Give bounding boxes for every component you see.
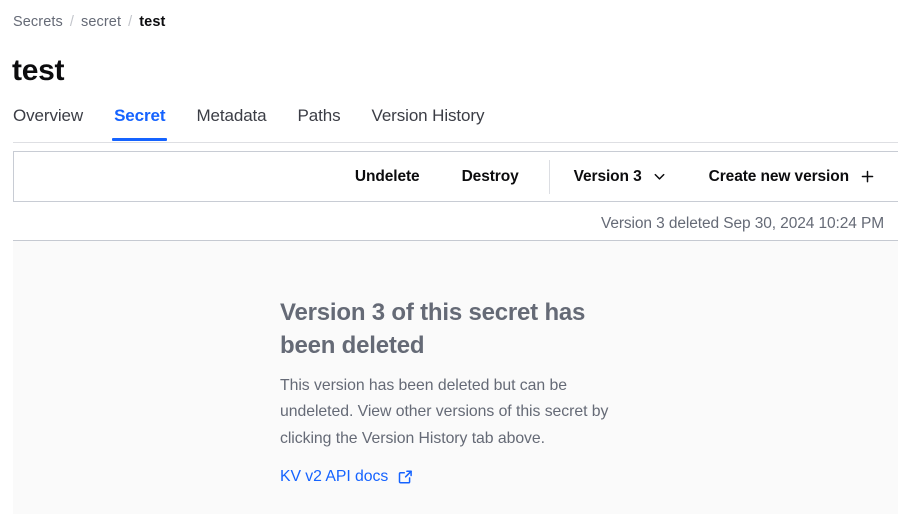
- external-link-icon: [397, 469, 413, 485]
- tab-paths[interactable]: Paths: [298, 104, 341, 141]
- tab-secret[interactable]: Secret: [114, 104, 165, 141]
- empty-state: Version 3 of this secret has been delete…: [280, 296, 616, 488]
- tab-secret-label: Secret: [114, 106, 165, 125]
- kv-v2-api-docs-link-label: KV v2 API docs: [280, 466, 388, 488]
- breadcrumb-separator: /: [128, 12, 132, 32]
- destroy-button[interactable]: Destroy: [452, 161, 529, 193]
- undelete-button-label: Undelete: [355, 167, 420, 187]
- destroy-button-label: Destroy: [462, 167, 519, 187]
- create-new-version-button[interactable]: Create new version: [699, 161, 885, 193]
- create-new-version-label: Create new version: [709, 167, 849, 187]
- tab-metadata-label: Metadata: [196, 106, 266, 125]
- tab-overview[interactable]: Overview: [13, 104, 83, 141]
- page-title: test: [12, 52, 64, 90]
- tab-bar: Overview Secret Metadata Paths Version H…: [0, 104, 898, 146]
- tab-version-history-label: Version History: [372, 106, 485, 125]
- version-selector-label: Version 3: [574, 167, 642, 187]
- undelete-button[interactable]: Undelete: [345, 161, 430, 193]
- tab-paths-label: Paths: [298, 106, 341, 125]
- secret-toolbar: Undelete Destroy Version 3 Create new ve…: [13, 151, 898, 202]
- breadcrumb: Secrets / secret / test: [13, 12, 165, 32]
- tab-bar-divider: [13, 142, 898, 143]
- tab-metadata[interactable]: Metadata: [196, 104, 266, 141]
- breadcrumb-item-secrets[interactable]: Secrets: [13, 12, 63, 32]
- kv-v2-api-docs-link[interactable]: KV v2 API docs: [280, 466, 413, 488]
- version-status-text: Version 3 deleted Sep 30, 2024 10:24 PM: [601, 213, 884, 235]
- empty-state-body: This version has been deleted but can be…: [280, 373, 616, 452]
- breadcrumb-separator: /: [70, 12, 74, 32]
- chevron-down-icon: [652, 169, 667, 184]
- breadcrumb-item-secret[interactable]: secret: [81, 12, 121, 32]
- tab-overview-label: Overview: [13, 106, 83, 125]
- version-selector-button[interactable]: Version 3: [564, 161, 677, 193]
- toolbar-divider: [549, 160, 550, 194]
- empty-state-heading: Version 3 of this secret has been delete…: [280, 296, 616, 362]
- plus-icon: [860, 169, 875, 184]
- secret-content-panel: Version 3 of this secret has been delete…: [13, 240, 898, 514]
- tab-version-history[interactable]: Version History: [372, 104, 485, 141]
- breadcrumb-item-test: test: [139, 12, 165, 32]
